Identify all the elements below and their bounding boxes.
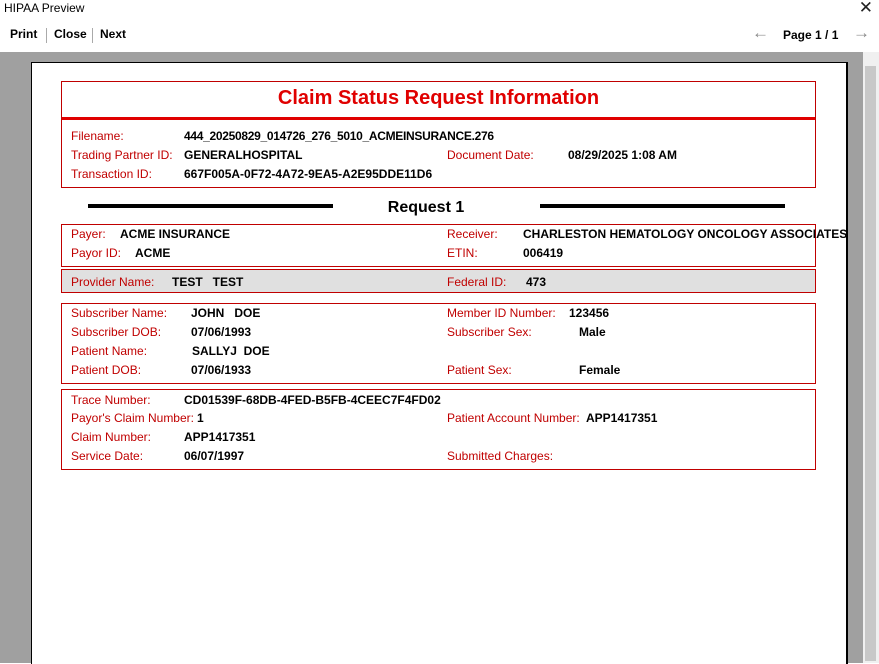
page-indicator: Page 1 / 1	[783, 28, 839, 42]
federal-id-label: Federal ID:	[447, 275, 507, 289]
request-title: Request 1	[387, 199, 465, 216]
window-titlebar: HIPAA Preview ✕	[0, 0, 879, 22]
payor-id-value: ACME	[135, 246, 171, 260]
payer-label: Payer:	[71, 227, 106, 241]
member-id-label: Member ID Number:	[447, 306, 556, 320]
patient-account-number-label: Patient Account Number:	[447, 411, 580, 425]
receiver-value: CHARLESTON HEMATOLOGY ONCOLOGY ASSOCIATE…	[523, 227, 848, 241]
previous-page-arrow-icon[interactable]: ←	[752, 23, 769, 43]
trading-partner-value: GENERALHOSPITAL	[184, 148, 303, 162]
payor-claim-number-value: 1	[197, 411, 204, 425]
print-button[interactable]: Print	[10, 27, 37, 41]
patient-name-label: Patient Name:	[71, 344, 148, 358]
next-button[interactable]: Next	[100, 27, 126, 41]
window-title: HIPAA Preview	[4, 1, 85, 15]
subscriber-sex-value: Male	[579, 325, 606, 339]
patient-sex-label: Patient Sex:	[447, 363, 512, 377]
service-date-value: 06/07/1997	[184, 449, 245, 463]
preview-viewport[interactable]: Claim Status Request Information Filenam…	[0, 52, 879, 664]
trading-partner-label: Trading Partner ID:	[71, 148, 173, 162]
filename-value: 444_20250829_014726_276_5010_ACMEINSURAN…	[184, 129, 494, 143]
provider-box: Provider Name: TEST TEST Federal ID: 473	[61, 269, 816, 293]
payer-value: ACME INSURANCE	[120, 227, 231, 241]
patient-name-value: SALLYJ DOE	[192, 344, 270, 358]
subscriber-name-label: Subscriber Name:	[71, 306, 168, 320]
subscriber-name-value: JOHN DOE	[191, 306, 261, 320]
toolbar-separator	[92, 28, 93, 43]
request-rule-left	[88, 204, 333, 208]
subscriber-dob-label: Subscriber DOB:	[71, 325, 162, 339]
claim-number-value: APP1417351	[184, 430, 256, 444]
vertical-scrollbar[interactable]	[863, 52, 879, 663]
claim-box: Trace Number: CD01539F-68DB-4FED-B5FB-4C…	[61, 389, 816, 470]
document-date-label: Document Date:	[447, 148, 534, 162]
trace-number-value: CD01539F-68DB-4FED-B5FB-4CEEC7F4FD02	[184, 393, 441, 407]
transaction-id-value: 667F005A-0F72-4A72-9EA5-A2E95DDE11D6	[184, 167, 433, 181]
federal-id-value: 473	[526, 275, 547, 289]
member-id-value: 123456	[569, 306, 610, 320]
etin-label: ETIN:	[447, 246, 478, 260]
payor-id-label: Payor ID:	[71, 246, 122, 260]
provider-name-label: Provider Name:	[71, 275, 155, 289]
service-date-label: Service Date:	[71, 449, 144, 463]
transaction-id-label: Transaction ID:	[71, 167, 152, 181]
next-page-arrow-icon[interactable]: →	[853, 23, 870, 43]
close-button[interactable]: Close	[54, 27, 87, 41]
trace-number-label: Trace Number:	[71, 393, 151, 407]
submitted-charges-label: Submitted Charges:	[447, 449, 554, 463]
subscriber-sex-label: Subscriber Sex:	[447, 325, 532, 339]
subscriber-box: Subscriber Name: JOHN DOE Member ID Numb…	[61, 303, 816, 384]
payor-claim-number-label: Payor's Claim Number:	[71, 411, 194, 425]
payer-box: Payer: ACME INSURANCE Receiver: CHARLEST…	[61, 224, 847, 267]
report-page: Claim Status Request Information Filenam…	[31, 62, 848, 664]
claim-number-label: Claim Number:	[71, 430, 152, 444]
patient-dob-value: 07/06/1933	[191, 363, 252, 377]
scrollbar-thumb[interactable]	[865, 66, 876, 661]
toolbar-separator	[46, 28, 47, 43]
etin-value: 006419	[523, 246, 564, 260]
patient-dob-label: Patient DOB:	[71, 363, 142, 377]
toolbar: Print Close Next ← Page 1 / 1 →	[0, 22, 879, 50]
patient-account-number-value: APP1417351	[586, 411, 658, 425]
provider-name-value: TEST TEST	[172, 275, 244, 289]
title-divider	[62, 117, 815, 120]
patient-sex-value: Female	[579, 363, 621, 377]
report-title: Claim Status Request Information	[277, 87, 600, 109]
filename-label: Filename:	[71, 129, 124, 143]
subscriber-dob-value: 07/06/1993	[191, 325, 252, 339]
close-icon[interactable]: ✕	[859, 0, 873, 18]
report-header-box: Claim Status Request Information Filenam…	[61, 81, 816, 188]
request-rule-right	[540, 204, 785, 208]
receiver-label: Receiver:	[447, 227, 498, 241]
document-date-value: 08/29/2025 1:08 AM	[568, 148, 677, 162]
